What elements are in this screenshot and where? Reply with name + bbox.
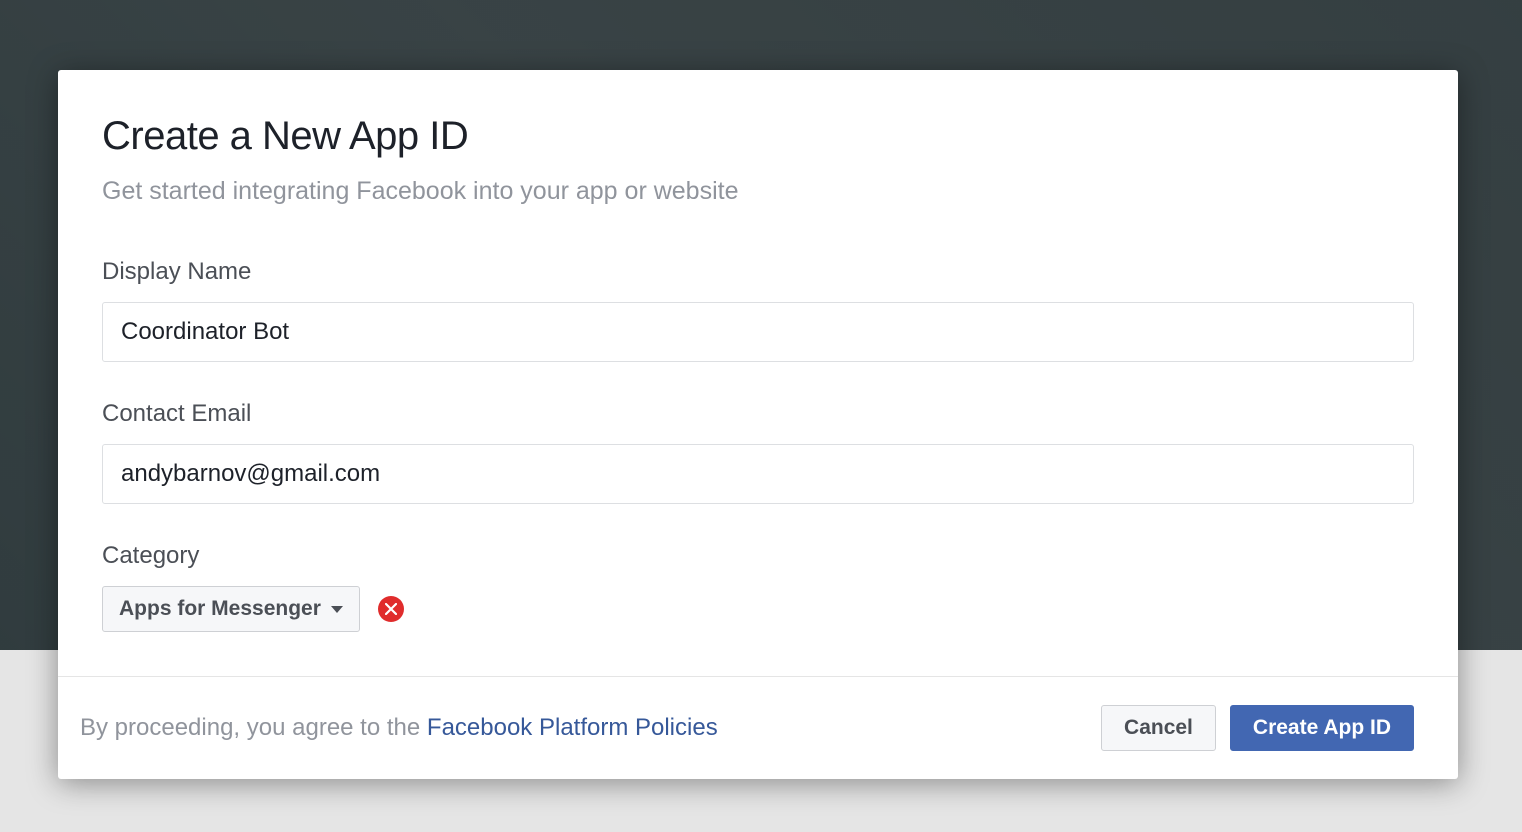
contact-email-input[interactable]	[102, 444, 1414, 504]
clear-category-button[interactable]	[378, 596, 404, 622]
create-app-id-button[interactable]: Create App ID	[1230, 705, 1414, 751]
category-dropdown[interactable]: Apps for Messenger	[102, 586, 360, 632]
category-label: Category	[102, 542, 1414, 570]
category-row: Apps for Messenger	[102, 586, 1414, 632]
category-selected-text: Apps for Messenger	[119, 597, 321, 621]
agree-prefix: By proceeding, you agree to the	[80, 714, 427, 741]
display-name-label: Display Name	[102, 258, 1414, 286]
x-icon	[385, 603, 397, 615]
display-name-input[interactable]	[102, 302, 1414, 362]
create-app-dialog: Create a New App ID Get started integrat…	[58, 70, 1458, 779]
display-name-group: Display Name	[102, 258, 1414, 362]
dialog-footer: By proceeding, you agree to the Facebook…	[58, 676, 1458, 779]
footer-agree-text: By proceeding, you agree to the Facebook…	[80, 714, 718, 742]
cancel-button[interactable]: Cancel	[1101, 705, 1216, 751]
category-group: Category Apps for Messenger	[102, 542, 1414, 632]
contact-email-group: Contact Email	[102, 400, 1414, 504]
contact-email-label: Contact Email	[102, 400, 1414, 428]
footer-actions: Cancel Create App ID	[1101, 705, 1414, 751]
policies-link[interactable]: Facebook Platform Policies	[427, 714, 718, 741]
caret-down-icon	[331, 606, 343, 613]
dialog-title: Create a New App ID	[102, 114, 1414, 159]
dialog-subtitle: Get started integrating Facebook into yo…	[102, 177, 1414, 206]
